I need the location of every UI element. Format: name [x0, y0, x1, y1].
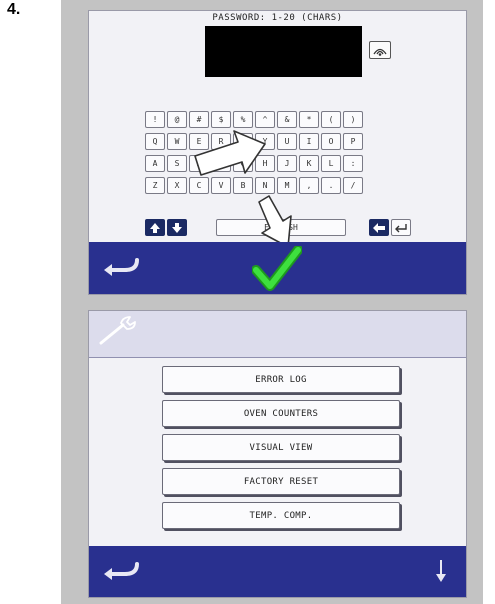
arrow-down-icon — [172, 222, 182, 233]
keyboard-key[interactable]: W — [167, 133, 187, 150]
keyboard-key[interactable]: U — [277, 133, 297, 150]
step-number: 4. — [7, 1, 21, 18]
back-arrow-icon[interactable] — [101, 254, 141, 276]
keyboard-key[interactable]: ! — [145, 111, 165, 128]
keyboard-key[interactable]: , — [299, 177, 319, 194]
keyboard-key[interactable]: C — [189, 177, 209, 194]
password-screen: PASSWORD: 1-20 (CHARS) ! @ # $% ^ & *() Q W E R T Y U… — [88, 10, 467, 295]
keyboard-key[interactable]: H — [255, 155, 275, 172]
keyboard-key[interactable]: T — [233, 133, 253, 150]
enter-icon — [395, 223, 407, 232]
arrow-up-icon — [150, 222, 160, 233]
keyboard-key[interactable]: A — [145, 155, 165, 172]
keyboard-key[interactable]: S — [167, 155, 187, 172]
keyboard-key[interactable]: ( — [321, 111, 341, 128]
keyboard-key[interactable]: # — [189, 111, 209, 128]
confirm-check-icon[interactable] — [252, 246, 302, 292]
wifi-icon — [373, 48, 387, 56]
menu-header — [89, 311, 466, 358]
shift-down-key[interactable] — [167, 219, 187, 236]
password-bottom-bar — [89, 242, 466, 294]
menu-item-button[interactable]: VISUAL VIEW — [162, 434, 400, 461]
keyboard-key[interactable]: B — [233, 177, 253, 194]
keyboard-key[interactable]: F — [211, 155, 231, 172]
menu-item-button[interactable]: ERROR LOG — [162, 366, 400, 393]
keyboard-key[interactable]: V — [211, 177, 231, 194]
keyboard-key[interactable]: Q — [145, 133, 165, 150]
shift-up-key[interactable] — [145, 219, 165, 236]
keyboard-key[interactable]: Z — [145, 177, 165, 194]
wrench-icon — [99, 316, 136, 345]
keyboard-key[interactable]: J — [277, 155, 297, 172]
password-title: PASSWORD: 1-20 (CHARS) — [212, 13, 343, 23]
menu-item-button[interactable]: TEMP. COMP. — [162, 502, 400, 529]
back-arrow-icon[interactable] — [101, 558, 141, 580]
keyboard-key[interactable]: X — [167, 177, 187, 194]
keyboard-key[interactable]: Y — [255, 133, 275, 150]
keyboard-key[interactable]: P — [343, 133, 363, 150]
wifi-button[interactable] — [369, 41, 391, 59]
keyboard-key[interactable]: G — [233, 155, 253, 172]
menu-bottom-bar — [89, 546, 466, 597]
enter-key[interactable] — [391, 219, 411, 236]
device-frame: PASSWORD: 1-20 (CHARS) ! @ # $% ^ & *() Q W E R T Y U… — [61, 0, 483, 604]
keyboard-key[interactable]: / — [343, 177, 363, 194]
keyboard-key[interactable]: R — [211, 133, 231, 150]
keyboard-key[interactable]: N — [255, 177, 275, 194]
keyboard-key[interactable]: . — [321, 177, 341, 194]
keyboard-key[interactable]: ) — [343, 111, 363, 128]
keyboard-key[interactable]: ^ — [255, 111, 275, 128]
backspace-icon — [373, 222, 385, 233]
keyboard-key[interactable]: $ — [211, 111, 231, 128]
keyboard-key[interactable]: E — [189, 133, 209, 150]
keyboard-key[interactable]: @ — [167, 111, 187, 128]
keyboard-key[interactable]: : — [343, 155, 363, 172]
service-menu-screen: ERROR LOG OVEN COUNTERS VISUAL VIEW FACTORY… — [88, 310, 467, 598]
keyboard-key[interactable]: L — [321, 155, 341, 172]
menu-item-button[interactable]: FACTORY RESET — [162, 468, 400, 495]
menu-item-button[interactable]: OVEN COUNTERS — [162, 400, 400, 427]
language-key[interactable]: ENGLISH — [216, 219, 346, 236]
keyboard-key[interactable]: O — [321, 133, 341, 150]
keyboard-key[interactable]: K — [299, 155, 319, 172]
keyboard-key[interactable]: D — [189, 155, 209, 172]
password-field[interactable] — [205, 26, 362, 77]
keyboard-key[interactable]: I — [299, 133, 319, 150]
keyboard-key[interactable]: M — [277, 177, 297, 194]
keyboard-key[interactable]: & — [277, 111, 297, 128]
scroll-down-arrow-icon[interactable] — [434, 558, 448, 584]
backspace-key[interactable] — [369, 219, 389, 236]
keyboard-key[interactable]: % — [233, 111, 253, 128]
keyboard-key[interactable]: * — [299, 111, 319, 128]
